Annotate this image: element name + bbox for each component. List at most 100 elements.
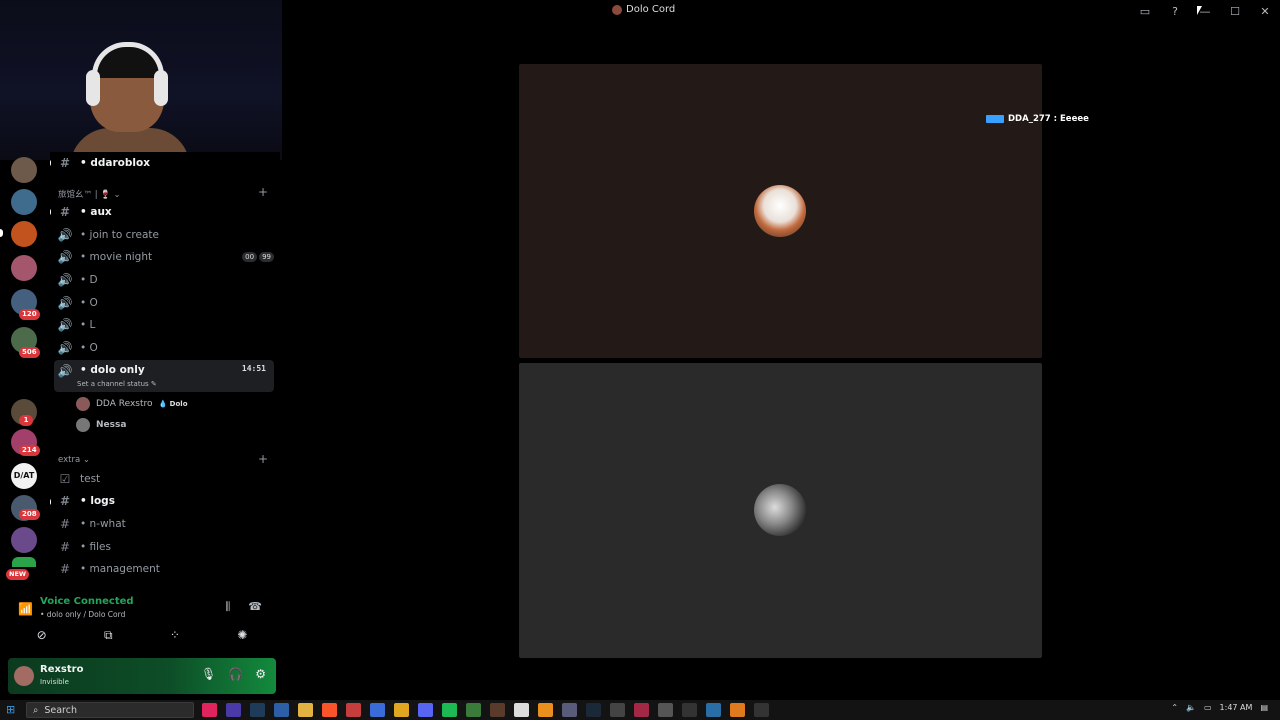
server-icon[interactable]: [12, 557, 36, 567]
app-icon[interactable]: [490, 703, 505, 717]
speaker-icon: 🔊: [57, 228, 73, 242]
discord-icon[interactable]: [418, 703, 433, 717]
screen-share-icon[interactable]: ⧉: [104, 628, 113, 643]
activities-icon[interactable]: ⁘: [170, 628, 180, 643]
add-channel-icon[interactable]: +: [258, 185, 268, 199]
speaker-icon: 🔊: [57, 364, 73, 378]
category-header-extra[interactable]: extra ⌄: [58, 455, 90, 465]
taskbar: ⊞ ⌕ Search ⌃ 🔈 ▭ 1:47 AM ▤: [0, 700, 1280, 720]
twitch-badges-icon: [986, 115, 1004, 123]
windows-start-icon[interactable]: ⊞: [6, 703, 15, 716]
new-badge: NEW: [6, 569, 30, 580]
hash-icon: #: [59, 517, 71, 531]
app-icon[interactable]: [682, 703, 697, 717]
app-icon[interactable]: [754, 703, 769, 717]
voice-user-rexstro[interactable]: DDA Rexstro 💧 Dolo: [76, 395, 188, 413]
channel-list: # • ddaroblox 旅馆幺™ | 🍷 ⌄ + # • aux 🔊 • j…: [50, 152, 280, 592]
gear-icon[interactable]: ⚙: [255, 667, 266, 681]
voice-user-nessa[interactable]: Nessa: [76, 416, 126, 434]
voice-channel-join-to-create[interactable]: 🔊 • join to create: [54, 225, 274, 245]
speaker-icon: 🔊: [57, 296, 73, 310]
network-icon[interactable]: ▭: [1204, 703, 1212, 712]
voice-channel-l[interactable]: 🔊 • L: [54, 315, 274, 335]
server-icon[interactable]: [11, 221, 37, 247]
avatar: [76, 397, 90, 411]
app-icon[interactable]: [202, 703, 217, 717]
app-icon[interactable]: [538, 703, 553, 717]
channel-aux[interactable]: # • aux: [54, 202, 274, 222]
channel-timer: 14:51: [241, 364, 266, 373]
video-tile-user2[interactable]: [519, 363, 1042, 658]
app-icon: [612, 4, 622, 15]
mention-badge: 214: [19, 445, 40, 456]
disconnect-icon[interactable]: ☎: [248, 600, 262, 614]
channel-test[interactable]: ☑ test: [54, 469, 274, 489]
username[interactable]: Rexstro: [40, 664, 83, 675]
add-channel-icon[interactable]: +: [258, 452, 268, 466]
server-icon[interactable]: [11, 189, 37, 215]
user-avatar[interactable]: [14, 666, 34, 686]
speaker-icon: 🔊: [57, 341, 73, 355]
hash-icon: #: [59, 205, 71, 219]
app-icon[interactable]: [634, 703, 649, 717]
user-controls: 🎙 🎧 ⚙: [201, 667, 266, 681]
channel-status-link[interactable]: Set a channel status ✎: [77, 380, 157, 388]
minimize-icon[interactable]: —: [1190, 5, 1220, 18]
category-header[interactable]: 旅馆幺™ | 🍷 ⌄: [58, 188, 121, 200]
app-icon[interactable]: [466, 703, 481, 717]
search-icon: ⌕: [33, 704, 39, 716]
steam-icon[interactable]: [586, 703, 601, 717]
help-icon[interactable]: ?: [1160, 5, 1190, 18]
user-count-pills: 00 99: [242, 252, 274, 262]
brave-icon[interactable]: [322, 703, 337, 717]
app-icon[interactable]: [346, 703, 361, 717]
channel-n-what[interactable]: # • n-what: [54, 514, 274, 534]
mention-badge: 506: [19, 347, 40, 358]
taskbar-clock[interactable]: 1:47 AM: [1220, 703, 1253, 712]
voice-status[interactable]: Voice Connected: [40, 596, 134, 607]
server-icon[interactable]: [11, 157, 37, 183]
maximize-icon[interactable]: ☐: [1220, 5, 1250, 18]
app-icon[interactable]: [274, 703, 289, 717]
headphones-band: [92, 42, 164, 76]
server-folder[interactable]: [11, 255, 37, 281]
close-icon[interactable]: ✕: [1250, 5, 1280, 18]
app-icon[interactable]: [706, 703, 721, 717]
speaker-icon: 🔊: [57, 318, 73, 332]
microphone-icon[interactable]: 🎙: [201, 667, 216, 681]
voice-channel-d[interactable]: 🔊 • D: [54, 270, 274, 290]
headphones-icon[interactable]: 🎧: [228, 667, 243, 681]
signal-icon[interactable]: 📶: [18, 602, 33, 616]
chevron-up-icon[interactable]: ⌃: [1171, 703, 1178, 712]
obs-icon[interactable]: [658, 703, 673, 717]
camera-off-icon[interactable]: ⊘: [37, 628, 47, 643]
app-icon[interactable]: [610, 703, 625, 717]
server-icon[interactable]: [11, 527, 37, 553]
volume-icon[interactable]: 🔈: [1186, 703, 1196, 712]
channel-management[interactable]: # • management: [54, 559, 274, 579]
video-tile-user1[interactable]: [519, 64, 1042, 358]
voice-location[interactable]: • dolo only / Dolo Cord: [40, 610, 125, 619]
app-icon[interactable]: [730, 703, 745, 717]
inbox-icon[interactable]: ▭: [1130, 5, 1160, 18]
voice-channel-o[interactable]: 🔊 • O: [54, 293, 274, 313]
photoshop-icon[interactable]: [250, 703, 265, 717]
server-icon-dat[interactable]: D/AT: [11, 463, 37, 489]
unread-indicator: [50, 209, 51, 215]
voice-channel-o2[interactable]: 🔊 • O: [54, 338, 274, 358]
soundboard-icon[interactable]: ✺: [237, 628, 247, 643]
file-explorer-icon[interactable]: [298, 703, 313, 717]
taskbar-search[interactable]: ⌕ Search: [26, 702, 194, 718]
app-icon[interactable]: [562, 703, 577, 717]
app-icon[interactable]: [370, 703, 385, 717]
channel-logs[interactable]: # • logs: [54, 491, 274, 511]
spotify-icon[interactable]: [442, 703, 457, 717]
channel-ddaroblox[interactable]: # • ddaroblox: [54, 153, 274, 173]
app-icon[interactable]: [514, 703, 529, 717]
voice-channel-movie-night[interactable]: 🔊 • movie night 00 99: [54, 247, 274, 267]
app-icon[interactable]: [226, 703, 241, 717]
notification-icon[interactable]: ▤: [1260, 703, 1268, 712]
app-icon[interactable]: [394, 703, 409, 717]
noise-suppression-icon[interactable]: ⫼: [225, 600, 230, 614]
channel-files[interactable]: # • files: [54, 537, 274, 557]
